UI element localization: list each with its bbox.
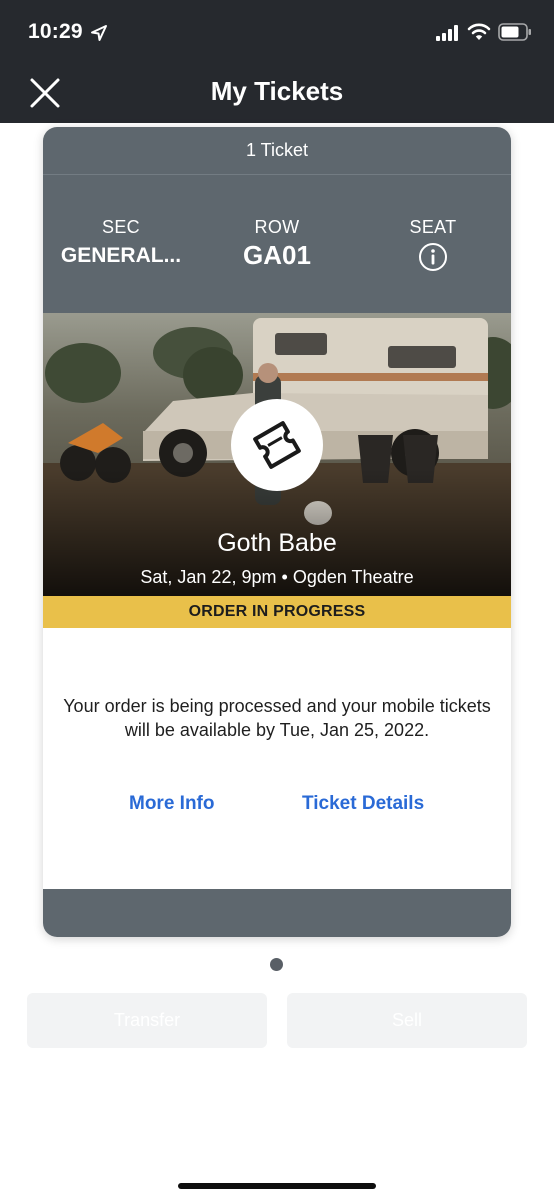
more-info-link[interactable]: More Info (129, 793, 215, 815)
section-column: SEC GENERAL... (53, 217, 189, 268)
status-time: 10:29 (28, 20, 83, 43)
row-label: ROW (254, 217, 300, 237)
seat-label: SEAT (409, 217, 457, 237)
home-indicator[interactable] (178, 1183, 376, 1189)
ticket-count: 1 Ticket (43, 127, 511, 174)
event-meta: Sat, Jan 22, 9pm • Ogden Theatre (43, 567, 511, 588)
battery-icon (498, 23, 531, 41)
transfer-button[interactable]: Transfer (27, 993, 267, 1048)
event-name: Goth Babe (217, 529, 337, 557)
info-icon[interactable] (418, 242, 448, 272)
event-date-time: Sat, Jan 22, 9pm (140, 567, 277, 587)
top-bar: 10:29 My Tickets (0, 0, 554, 123)
meta-separator: • (281, 567, 288, 587)
page-title: My Tickets (210, 76, 344, 106)
sell-button[interactable]: Sell (287, 993, 527, 1048)
cellular-signal-icon (436, 25, 458, 41)
row-column: ROW GA01 (209, 217, 345, 271)
location-arrow-icon (91, 25, 107, 41)
order-status-badge: ORDER IN PROGRESS (43, 596, 511, 628)
section-value: GENERAL... (60, 244, 182, 267)
page-indicator-dot (270, 958, 283, 971)
order-message: Your order is being processed and your m… (63, 696, 491, 740)
event-venue: Ogden Theatre (292, 567, 414, 587)
wifi-icon (467, 23, 491, 40)
ticket-details-link[interactable]: Ticket Details (302, 793, 424, 815)
card-footer (43, 889, 511, 937)
event-image: Goth Babe Sat, Jan 22, 9pm • Ogden Theat… (43, 313, 511, 596)
section-label: SEC (102, 217, 140, 237)
ticket-card[interactable]: 1 Ticket SEC GENERAL... ROW GA01 SEAT Go… (43, 127, 511, 937)
row-value: GA01 (243, 240, 311, 270)
seat-info-panel: SEC GENERAL... ROW GA01 SEAT (43, 174, 511, 313)
seat-column: SEAT (365, 217, 501, 277)
ticket-logo-icon (231, 399, 323, 491)
